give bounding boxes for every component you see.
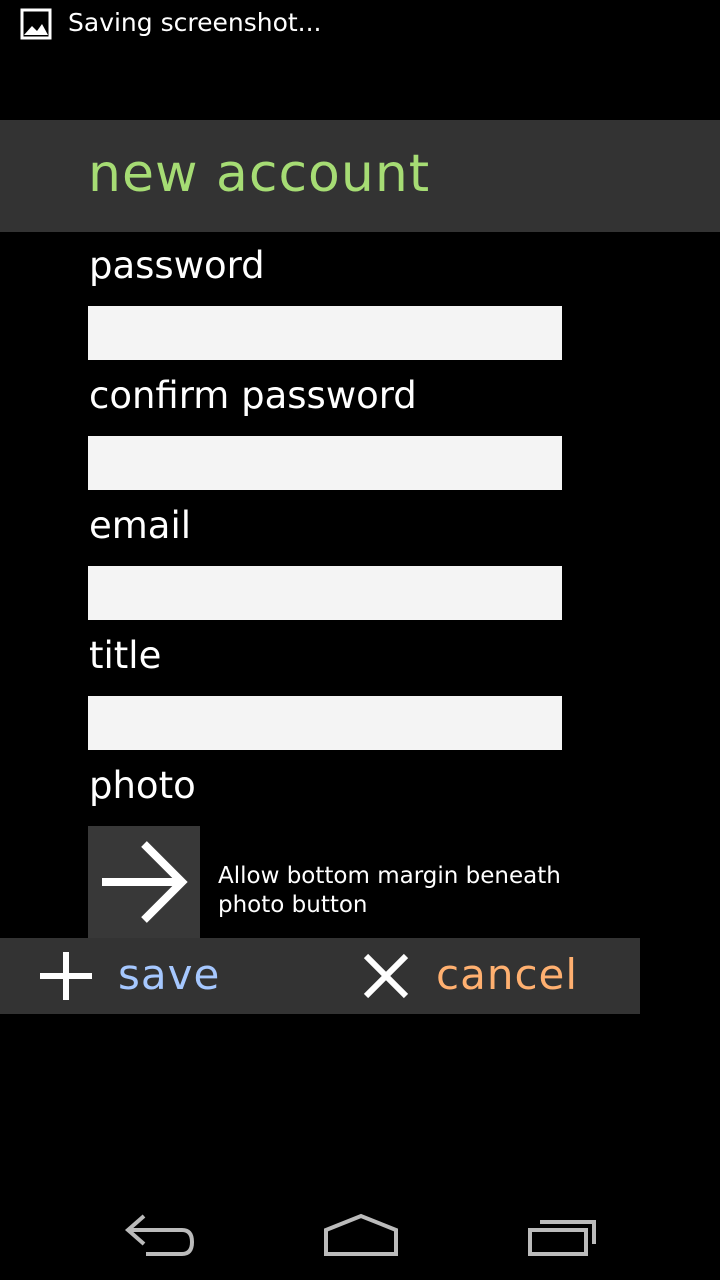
password-field[interactable] [88, 306, 562, 360]
title-bar: new account [0, 120, 720, 232]
home-icon[interactable] [316, 1208, 406, 1264]
status-bar: Saving screenshot... [0, 0, 720, 50]
recent-apps-icon[interactable] [520, 1208, 610, 1264]
photo-button[interactable] [88, 826, 200, 938]
confirm-password-label: confirm password [89, 374, 417, 417]
back-icon[interactable] [116, 1208, 206, 1264]
arrow-right-icon [102, 841, 188, 923]
cancel-button[interactable]: cancel [360, 938, 620, 1014]
save-button[interactable]: save [36, 938, 276, 1014]
page-title: new account [88, 144, 431, 204]
photo-note: Allow bottom margin beneath photo button [218, 863, 561, 918]
confirm-password-field[interactable] [88, 436, 562, 490]
cancel-label: cancel [436, 950, 579, 999]
title-field[interactable] [88, 696, 562, 750]
save-label: save [118, 950, 221, 999]
close-icon [363, 953, 409, 999]
action-bar: save cancel [0, 938, 640, 1014]
password-label: password [89, 244, 265, 287]
notification-text: Saving screenshot... [68, 8, 322, 37]
navigation-bar [0, 1190, 720, 1280]
email-field[interactable] [88, 566, 562, 620]
photo-label: photo [89, 764, 196, 807]
email-label: email [89, 504, 192, 547]
plus-icon [40, 952, 92, 1000]
title-label: title [89, 634, 162, 677]
image-icon [20, 8, 52, 40]
